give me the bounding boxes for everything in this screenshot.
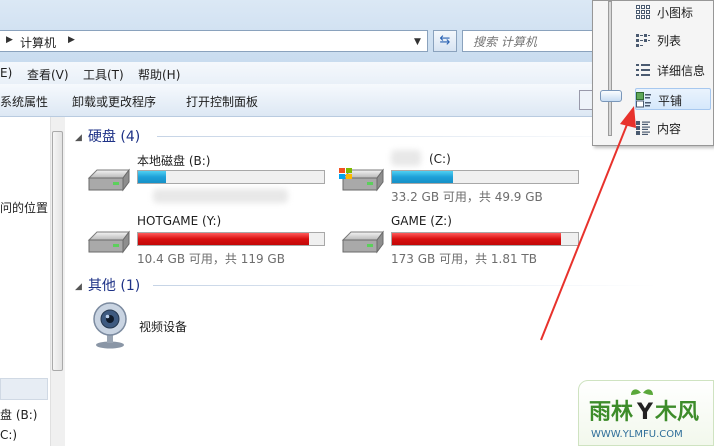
group-hard-disks-title: 硬盘 (4) [87,129,141,145]
view-option-tiles[interactable]: 平铺 [635,88,711,110]
watermark-text-mid: Y [636,400,654,425]
nav-selection [0,378,48,400]
refresh-icon: ⇆ [439,33,451,48]
tiles-view-icon [636,92,651,108]
drive-z-size: 173 GB 可用，共 1.81 TB [391,252,537,266]
nav-item-drive-b[interactable]: 盘 (B:) [0,406,37,423]
system-properties-button[interactable]: 系统属性 [0,93,48,110]
redacted-label [391,150,421,166]
drive-c[interactable]: (C:) 33.2 GB 可用，共 49.9 GB [339,150,579,204]
uninstall-program-button[interactable]: 卸载或更改程序 [72,93,156,110]
breadcrumb-computer[interactable]: 计算机 [20,34,56,51]
watermark-url: WWW.YLMFU.COM [591,429,683,440]
drive-c-size: 33.2 GB 可用，共 49.9 GB [391,190,543,204]
drive-z-name: GAME (Z:) [391,214,452,228]
redacted-area [153,189,288,203]
group-hard-disks[interactable]: ◢ 硬盘 (4) [75,126,140,146]
drive-z-usage-fill [392,233,562,245]
view-option-details[interactable]: 详细信息 [635,59,711,81]
drive-y-usage-bar [137,232,325,246]
device-webcam[interactable]: 视频设备 [91,301,231,353]
drive-c-usage-bar [391,170,579,184]
group-divider [153,285,657,286]
search-box[interactable] [462,30,605,52]
nav-item-recent-places[interactable]: 问的位置 [0,199,48,216]
view-option-list-label: 列表 [657,34,682,48]
group-other-title: 其他 (1) [87,278,141,294]
address-bar[interactable]: ▶ 计算机 ▶ ▼ [0,30,428,52]
view-option-list[interactable]: 列表 [635,29,711,51]
breadcrumb-chevron-icon[interactable]: ▶ [68,35,75,45]
group-other[interactable]: ◢ 其他 (1) [75,275,140,295]
hard-drive-icon [341,230,384,254]
view-size-slider-thumb[interactable] [600,90,622,102]
nav-scrollbar[interactable] [50,117,65,446]
view-option-content[interactable]: 内容 [635,117,711,139]
group-divider [157,136,657,137]
menu-tools[interactable]: 工具(T) [83,66,124,83]
nav-scrollbar-thumb[interactable] [52,131,63,371]
device-webcam-name: 视频设备 [139,320,188,334]
view-menu: 小图标 列表 详细信息 平铺 内容 [592,0,714,146]
drive-y-name: HOTGAME (Y:) [137,214,222,228]
watermark-text-left: 雨林 [589,400,633,425]
content-view-icon [636,121,650,135]
drive-y-size: 10.4 GB 可用，共 119 GB [137,252,285,266]
small-icons-icon [636,5,650,19]
leaf-icon [631,389,641,395]
search-input[interactable] [471,32,605,52]
watermark-text-right: 木风 [654,400,699,425]
drive-z[interactable]: GAME (Z:) 173 GB 可用，共 1.81 TB [339,214,579,266]
view-option-content-label: 内容 [657,122,682,136]
drive-z-usage-bar [391,232,579,246]
system-drive-icon [339,168,384,192]
drive-b-usage-fill [138,171,166,183]
list-view-icon [636,34,650,47]
collapse-triangle-icon: ◢ [75,133,82,143]
webcam-icon [93,302,127,349]
drive-y-usage-fill [138,233,310,245]
drive-b-name: 本地磁盘 (B:) [137,154,211,168]
drive-y[interactable]: HOTGAME (Y:) 10.4 GB 可用，共 119 GB [85,214,325,266]
view-option-small-icons-label: 小图标 [657,6,694,20]
nav-item-drive-c[interactable]: C:) [0,428,17,442]
menu-help[interactable]: 帮助(H) [138,66,180,83]
hard-drive-icon [87,168,130,192]
refresh-button[interactable]: ⇆ [433,30,457,52]
watermark-graphic: 雨林 Y 木风 WWW.YLMFU.COM [589,389,699,440]
hard-drive-icon [87,230,130,254]
menu-view[interactable]: 查看(V) [27,66,69,83]
drive-b-usage-bar [137,170,325,184]
open-control-panel-button[interactable]: 打开控制面板 [186,93,258,110]
details-view-icon [636,64,650,76]
view-option-tiles-label: 平铺 [658,94,683,108]
breadcrumb-chevron-icon[interactable]: ▶ [6,35,13,45]
watermark-logo: 雨林 Y 木风 WWW.YLMFU.COM [578,380,714,446]
view-option-small-icons[interactable]: 小图标 [635,1,711,23]
view-option-details-label: 详细信息 [657,64,706,78]
drive-c-name: (C:) [429,152,451,166]
drive-c-usage-fill [392,171,454,183]
menu-edit[interactable]: E) [0,66,12,80]
leaf-icon [643,389,653,395]
address-dropdown-icon[interactable]: ▼ [414,37,421,47]
view-size-slider[interactable] [608,1,612,136]
collapse-triangle-icon: ◢ [75,282,82,292]
